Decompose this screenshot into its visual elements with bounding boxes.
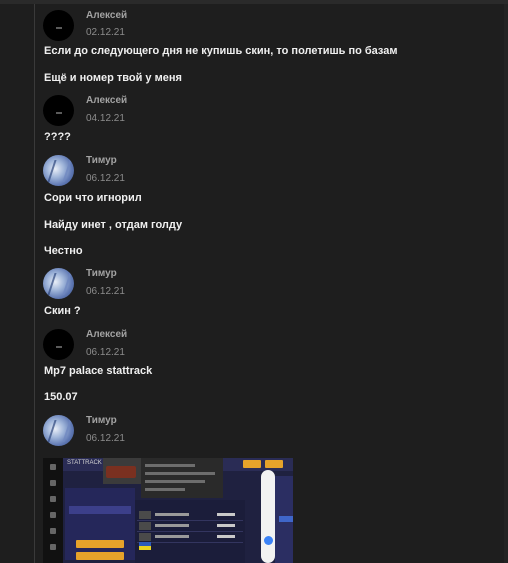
image-orange-button [76,540,124,548]
top-bar [0,0,508,4]
image-row [137,532,243,543]
image-header-button [265,460,283,468]
message-text: Сори что игнорил [44,192,142,204]
avatar[interactable] [43,415,74,446]
image-flag-icon [139,542,151,550]
message-date: 06.12.21 [86,173,125,184]
message-text: 150.07 [44,391,78,403]
image-header-button [243,460,261,468]
message-text: ???? [44,131,71,143]
message-text: Честно [44,245,83,257]
author-name[interactable]: Тимур [86,268,117,279]
message-date: 04.12.21 [86,113,125,124]
image-sidebar [43,458,63,563]
avatar[interactable] [43,329,74,360]
avatar[interactable] [43,95,74,126]
message-text: Найду инет , отдам голду [44,219,183,231]
image-orange-button [76,552,124,560]
avatar[interactable] [43,10,74,41]
image-blue-button [279,516,293,522]
author-name[interactable]: Алексей [86,329,127,340]
image-blue-bar [69,506,131,514]
author-name[interactable]: Тимур [86,155,117,166]
message-text: Скин ? [44,305,81,317]
image-popup [141,458,223,498]
image-scroll-widget [261,470,275,563]
message-date: 02.12.21 [86,27,125,38]
avatar[interactable] [43,155,74,186]
message-date: 06.12.21 [86,286,125,297]
image-row [137,510,243,521]
left-divider [34,4,35,563]
message-text: Если до следующего дня не купишь скин, т… [44,45,398,57]
image-scroll-knob [264,536,273,545]
image-weapon [106,466,136,478]
message-text: Ещё и номер твой у меня [44,72,182,84]
message-date: 06.12.21 [86,433,125,444]
scrollbar[interactable] [504,4,508,563]
author-name[interactable]: Алексей [86,95,127,106]
author-name[interactable]: Алексей [86,10,127,21]
image-row [137,521,243,532]
image-header-text: STATTRACK [67,460,102,466]
attached-image[interactable]: STATTRACK [43,458,293,563]
message-text: Mp7 palace stattrack [44,365,153,377]
message-date: 06.12.21 [86,347,125,358]
author-name[interactable]: Тимур [86,415,117,426]
avatar[interactable] [43,268,74,299]
image-panel [65,488,135,560]
